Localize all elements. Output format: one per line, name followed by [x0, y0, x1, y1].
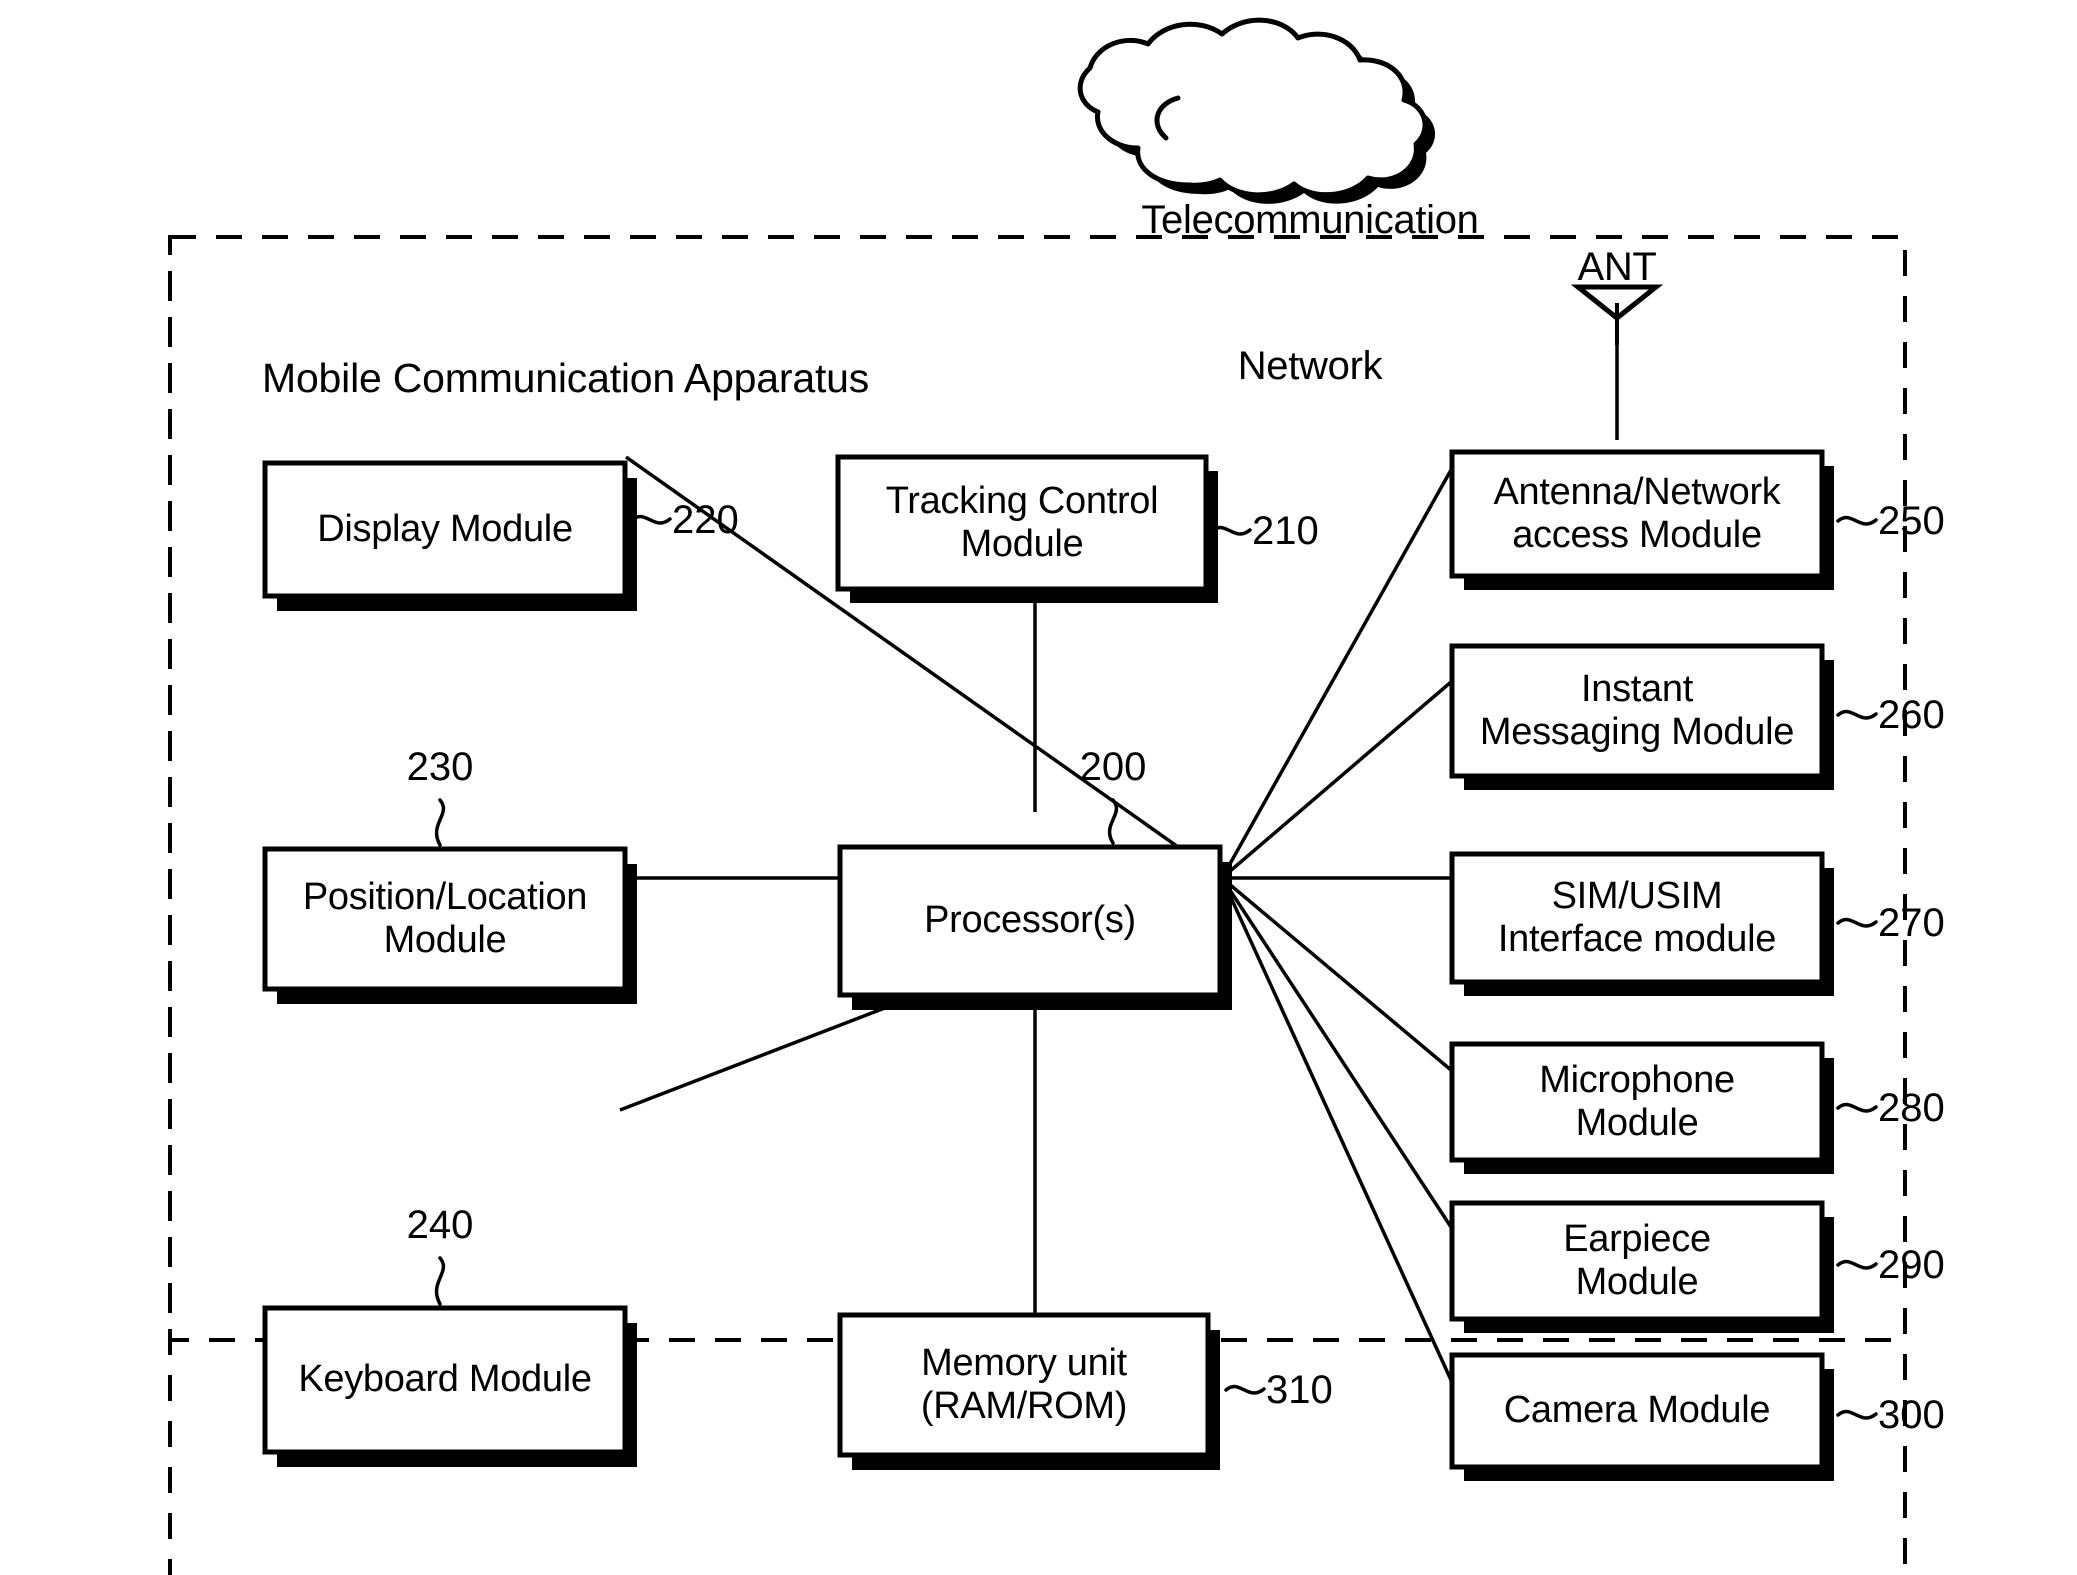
cloud-label-line1: Telecommunication: [1141, 197, 1479, 242]
block-microphone-module-label: Microphone Module: [1539, 1058, 1735, 1144]
link-processor-camera: [1220, 877, 1453, 1381]
ant-label: ANT: [1577, 245, 1657, 289]
ref-number-260: 260: [1878, 693, 1945, 737]
block-antenna-network-access-module-label: Antenna/Network access Module: [1493, 470, 1781, 556]
cloud-label: Telecommunication Network: [1120, 98, 1500, 488]
figure-canvas: Telecommunication Network Mobile Communi…: [0, 0, 2077, 1575]
block-processor[interactable]: Processor(s): [840, 847, 1220, 995]
ref-number-220: 220: [672, 498, 739, 542]
block-earpiece-module[interactable]: Earpiece Module: [1452, 1203, 1822, 1319]
block-sim-usim-interface-module[interactable]: SIM/USIM Interface module: [1452, 854, 1822, 982]
block-keyboard-module[interactable]: Keyboard Module: [265, 1308, 625, 1452]
ref-number-300: 300: [1878, 1393, 1945, 1437]
ref-number-290: 290: [1878, 1243, 1945, 1287]
block-instant-messaging-module[interactable]: Instant Messaging Module: [1452, 646, 1822, 776]
link-processor-earpiece: [1220, 877, 1453, 1228]
block-tracking-control-module[interactable]: Tracking Control Module: [838, 457, 1206, 589]
block-keyboard-module-label: Keyboard Module: [298, 1358, 592, 1401]
block-antenna-network-access-module[interactable]: Antenna/Network access Module: [1452, 452, 1822, 576]
block-position-location-module[interactable]: Position/Location Module: [265, 849, 625, 989]
block-display-module-label: Display Module: [317, 507, 573, 550]
cloud-label-line2: Network: [1237, 343, 1383, 388]
link-processor-im: [1220, 680, 1453, 880]
block-tracking-control-module-label: Tracking Control Module: [885, 479, 1159, 565]
ref-number-240: 240: [406, 1203, 474, 1247]
ref-number-280: 280: [1878, 1086, 1945, 1130]
ref-number-200: 200: [1079, 745, 1147, 789]
apparatus-title: Mobile Communication Apparatus: [262, 355, 870, 401]
block-camera-module[interactable]: Camera Module: [1452, 1355, 1822, 1467]
block-camera-module-label: Camera Module: [1503, 1389, 1771, 1432]
block-instant-messaging-module-label: Instant Messaging Module: [1479, 667, 1795, 753]
block-position-location-module-label: Position/Location Module: [302, 875, 588, 961]
block-earpiece-module-label: Earpiece Module: [1563, 1217, 1711, 1303]
block-memory-unit[interactable]: Memory unit (RAM/ROM): [840, 1315, 1208, 1455]
ref-number-270: 270: [1878, 901, 1945, 945]
ref-number-310: 310: [1266, 1368, 1333, 1412]
link-processor-microphone: [1220, 876, 1453, 1072]
ref-number-230: 230: [406, 745, 474, 789]
block-memory-unit-label: Memory unit (RAM/ROM): [920, 1341, 1128, 1427]
ref-number-250: 250: [1878, 499, 1945, 543]
block-processor-label: Processor(s): [924, 899, 1136, 942]
block-sim-usim-interface-module-label: SIM/USIM Interface module: [1497, 874, 1777, 960]
block-microphone-module[interactable]: Microphone Module: [1452, 1044, 1822, 1160]
block-display-module[interactable]: Display Module: [265, 463, 625, 596]
ref-number-210: 210: [1252, 509, 1319, 553]
